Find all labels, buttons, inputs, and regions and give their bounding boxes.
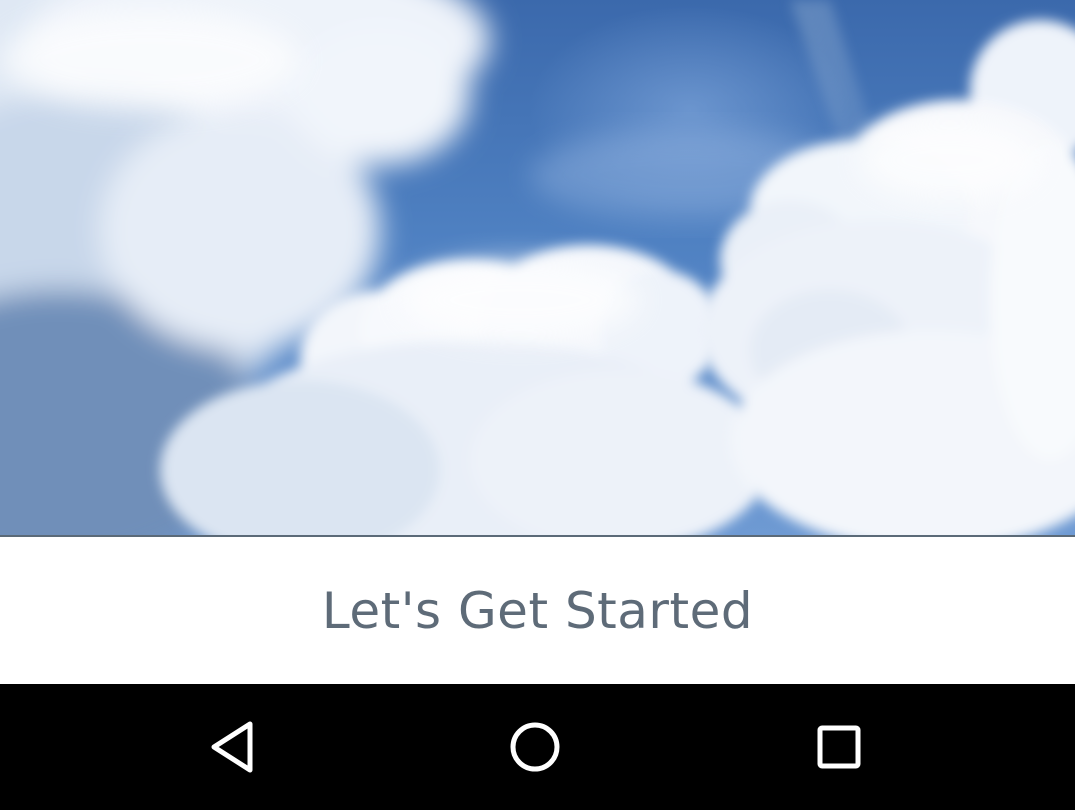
nav-recents-button[interactable] [806, 714, 872, 780]
nav-home-button[interactable] [502, 714, 568, 780]
nav-back-button[interactable] [200, 714, 266, 780]
triangle-back-icon [211, 721, 253, 773]
square-recents-icon [817, 725, 861, 769]
cloud-illustration [0, 0, 1075, 535]
caption-area: Let's Get Started [0, 537, 1075, 684]
onboarding-screen: Let's Get Started [0, 0, 1075, 810]
get-started-caption[interactable]: Let's Get Started [322, 582, 753, 640]
system-navigation-bar [0, 684, 1075, 810]
circle-home-icon [510, 722, 560, 772]
sky-hero-image [0, 0, 1075, 537]
